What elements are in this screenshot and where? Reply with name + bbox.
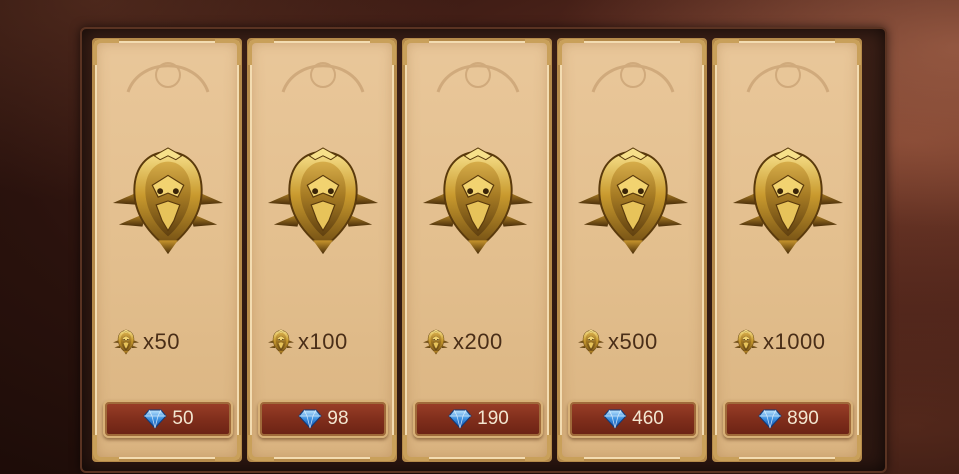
blue-diamond-gem-icon (298, 409, 323, 429)
corner-ornament (713, 39, 739, 65)
corner-ornament (370, 435, 396, 461)
offer-amount: x50 (143, 329, 180, 354)
golden-crest-small-icon (731, 329, 761, 355)
golden-crest-small-icon (576, 329, 606, 355)
buy-button[interactable]: 50 (103, 400, 233, 438)
corner-ornament (680, 39, 706, 65)
buy-button[interactable]: 98 (258, 400, 388, 438)
amount-row: x200 (421, 327, 503, 357)
corner-ornament (680, 435, 706, 461)
corner-ornament (835, 435, 861, 461)
offer-amount: x200 (453, 329, 503, 354)
offer-amount: x100 (298, 329, 348, 354)
watermark-ornament (281, 62, 365, 93)
amount-row: x1000 (731, 327, 825, 357)
golden-crest-emblem-icon (419, 145, 537, 257)
corner-ornament (525, 39, 551, 65)
blue-diamond-gem-icon (448, 409, 472, 429)
offer-list: x50 50 x100 98 x200 190 x500 460 x1000 8… (92, 38, 872, 464)
amount-row: x500 (576, 327, 658, 357)
corner-ornament (215, 39, 241, 65)
amount-row: x50 (111, 327, 180, 357)
corner-ornament (248, 39, 274, 65)
golden-crest-emblem-icon (109, 145, 227, 257)
offer-amount: x500 (608, 329, 658, 354)
watermark-ornament (126, 62, 210, 93)
buy-button[interactable]: 890 (723, 400, 853, 438)
corner-ornament (835, 39, 861, 65)
amount-row: x100 (266, 327, 348, 357)
buy-button[interactable]: 190 (413, 400, 543, 438)
watermark-ornament (591, 62, 675, 93)
watermark-ornament (746, 62, 830, 93)
offer-price: 98 (327, 408, 349, 429)
golden-crest-small-icon (421, 329, 451, 355)
offer-card: x500 460 (557, 38, 707, 462)
golden-crest-small-icon (266, 329, 296, 355)
offer-card: x100 98 (247, 38, 397, 462)
offer-card: x50 50 (92, 38, 242, 462)
offer-price: 460 (632, 408, 664, 429)
offer-amount: x1000 (763, 329, 826, 354)
blue-diamond-gem-icon (758, 409, 782, 429)
corner-ornament (558, 39, 584, 65)
golden-crest-emblem-icon (574, 145, 692, 257)
golden-crest-emblem-icon (729, 145, 847, 257)
corner-ornament (558, 435, 584, 461)
corner-ornament (370, 39, 396, 65)
corner-ornament (713, 435, 739, 461)
blue-diamond-gem-icon (603, 409, 627, 429)
offer-price: 50 (172, 408, 194, 429)
corner-ornament (403, 39, 429, 65)
offer-price: 190 (477, 408, 509, 429)
corner-ornament (525, 435, 551, 461)
corner-ornament (215, 435, 241, 461)
offer-card: x1000 890 (712, 38, 862, 462)
buy-button[interactable]: 460 (568, 400, 698, 438)
corner-ornament (93, 39, 119, 65)
corner-ornament (93, 435, 119, 461)
golden-crest-small-icon (111, 329, 141, 355)
corner-ornament (403, 435, 429, 461)
golden-crest-emblem-icon (264, 145, 382, 257)
watermark-ornament (436, 62, 520, 93)
offer-card: x200 190 (402, 38, 552, 462)
corner-ornament (248, 435, 274, 461)
blue-diamond-gem-icon (143, 409, 168, 429)
offer-price: 890 (787, 408, 819, 429)
